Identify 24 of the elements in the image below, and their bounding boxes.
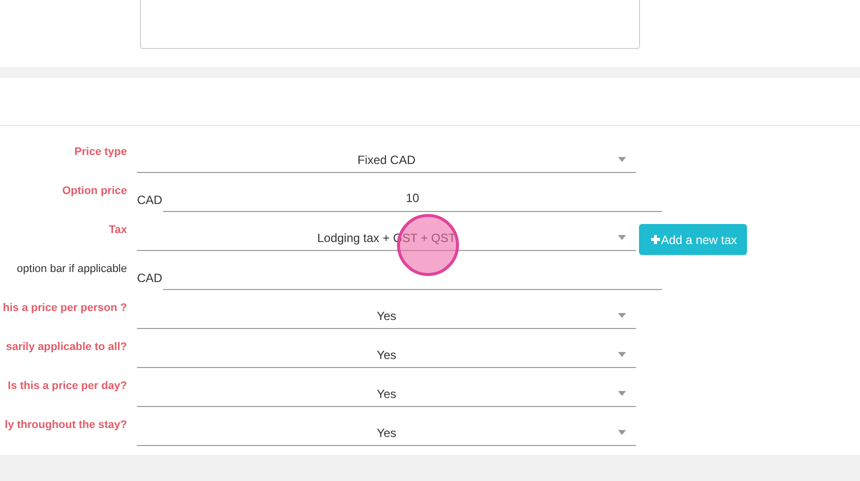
field-label: sarily applicable to all?: [4, 340, 127, 354]
text-area-field[interactable]: [140, 0, 640, 49]
field-label: option bar if applicable: [16, 262, 127, 276]
field-label: Option price: [61, 184, 127, 198]
caret-icon: [618, 313, 626, 318]
currency-prefix: CAD: [137, 270, 163, 285]
field-label: ly throughout the stay?: [4, 418, 127, 432]
caret-icon: [618, 391, 626, 396]
dropdown[interactable]: Yes: [137, 417, 636, 446]
field-label: Price type: [73, 145, 127, 159]
caret-icon: [618, 430, 626, 435]
dropdown[interactable]: Yes: [137, 378, 636, 407]
input-field[interactable]: 10: [163, 183, 662, 212]
caret-icon: [618, 352, 626, 357]
caret-icon: [618, 157, 626, 162]
plus-icon: [651, 235, 660, 244]
dropdown[interactable]: Yes: [137, 339, 636, 368]
dropdown[interactable]: Fixed CAD: [137, 144, 636, 173]
field-label: his a price per person ?: [2, 301, 127, 315]
field-label: Tax: [108, 223, 127, 237]
dropdown[interactable]: Yes: [137, 300, 636, 329]
field-label: Is this a price per day?: [6, 379, 127, 393]
caret-icon: [618, 235, 626, 240]
currency-prefix: CAD: [137, 192, 163, 207]
